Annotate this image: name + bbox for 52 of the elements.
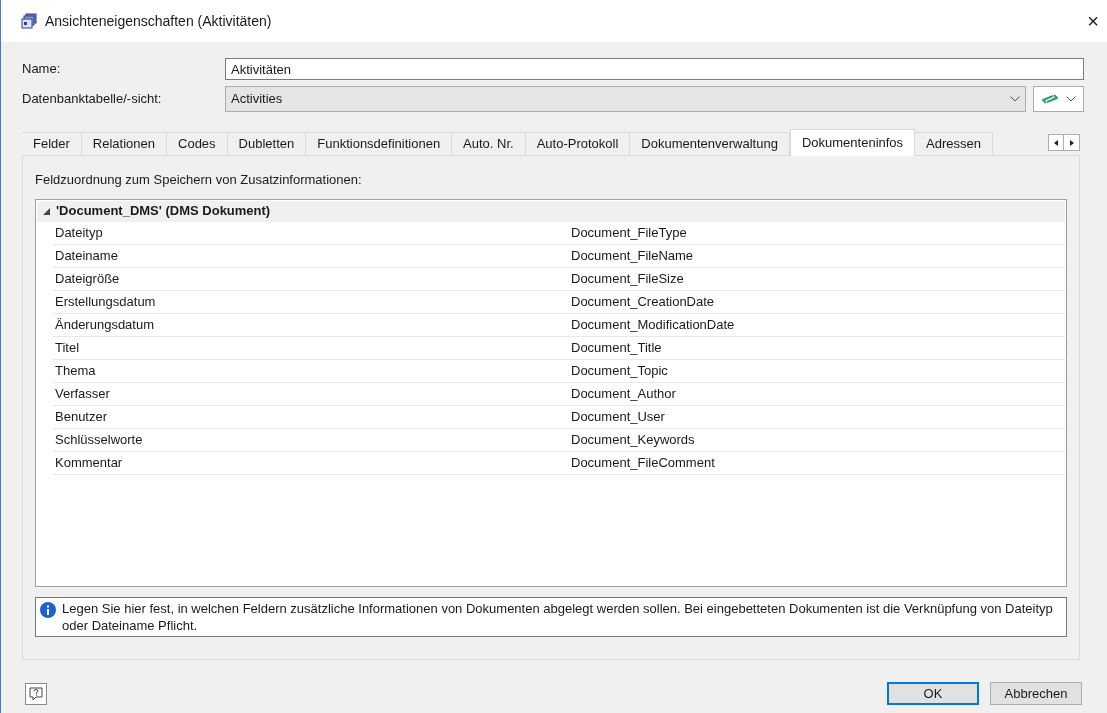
table-cell-text: Document_ModificationDate [570, 315, 736, 334]
window-icon [21, 13, 37, 29]
field-label: Datenbanktabelle/-sicht: [22, 90, 163, 109]
tab[interactable]: Auto-Protokoll [525, 132, 631, 155]
tab[interactable]: Relationen [81, 132, 167, 155]
table-cell-text: Thema [54, 361, 97, 380]
info-icon [40, 601, 56, 618]
table-cell-text: Document_FileName [570, 246, 695, 265]
table-cell-text: Document_FileSize [570, 269, 685, 288]
table-cell-text: Dateigröße [54, 269, 121, 288]
chevron-icon [1065, 96, 1076, 102]
tab[interactable]: Auto. Nr. [452, 132, 526, 155]
table-cell-text: Benutzer [54, 407, 109, 426]
tab[interactable]: Dokumenteninfos [789, 129, 916, 156]
left-arrow-icon [1054, 139, 1058, 146]
table-cell-text: Verfasser [54, 384, 111, 403]
table-cell-text: Document_Title [570, 338, 663, 357]
table-cell-text: Document_CreationDate [570, 292, 716, 311]
dialog-button[interactable]: OK [887, 682, 979, 705]
tab[interactable]: Dokumentenverwaltung [630, 132, 790, 155]
help-icon [29, 686, 43, 701]
close-button[interactable]: × [1083, 11, 1103, 31]
tab[interactable]: Codes [167, 132, 228, 155]
chevron-icon [1010, 96, 1020, 102]
table-cell-text: Dateiname [54, 246, 119, 265]
right-arrow-icon [1069, 139, 1074, 146]
dialog-button[interactable]: Abbrechen [990, 682, 1082, 705]
table-dropdown[interactable]: Activities [225, 86, 1026, 112]
table-cell-text: Document_FileComment [570, 453, 716, 472]
table-cell-text: Document_Author [570, 384, 677, 403]
table-cell-text: Document_User [570, 407, 666, 426]
tab[interactable]: Felder [22, 132, 82, 155]
table-cell-text: Änderungsdatum [54, 315, 155, 334]
table-cell-text: Kommentar [54, 453, 124, 472]
table-cell-text: Document_Topic [570, 361, 669, 380]
window-title: Ansichteneigenschaften (Aktivitäten) [45, 11, 272, 31]
help-button[interactable] [25, 682, 47, 705]
table-cell-text: Schlüsselworte [54, 430, 144, 449]
sync-dropdown-button[interactable] [1033, 86, 1084, 112]
table-cell-text: Document_FileType [570, 223, 688, 242]
panel-caption: Feldzuordnung zum Speichern von Zusatzinformationen: [35, 171, 363, 189]
table-cell-text: Dateityp [54, 223, 104, 242]
field-label: Name: [22, 60, 62, 79]
table-cell-text: Titel [54, 338, 81, 357]
table-cell-text: Document_Keywords [570, 430, 696, 449]
tab[interactable]: Funktionsdefinitionen [306, 132, 453, 155]
info-text: Legen Sie hier fest, in welchen Feldern zusätzliche Informationen von Dokumenten abgelegt werden sollen. Bei eingebetteten Dokumenten ist die Verknüpfung von Dateityp oder Dateiname Pflicht. [62, 599, 1054, 634]
table-cell-text: Erstellungsdatum [54, 292, 157, 311]
group-header[interactable]: 'Document_DMS' (DMS Dokument) [37, 200, 1065, 222]
tab[interactable]: Adressen [915, 132, 993, 155]
name-field[interactable]: Aktivitäten [225, 58, 1084, 80]
tab[interactable]: Dubletten [227, 132, 307, 155]
